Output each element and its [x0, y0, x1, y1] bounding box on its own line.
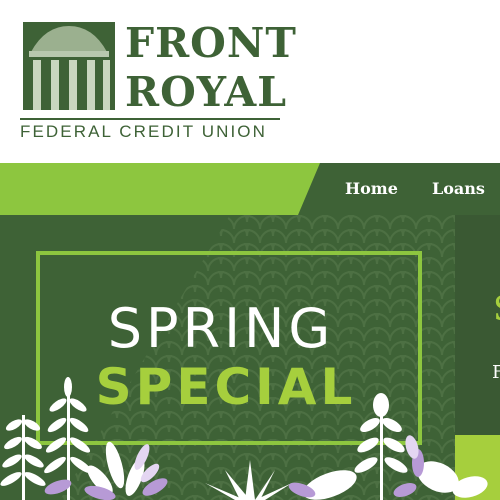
- site-header: FRONT ROYAL FEDERAL CREDIT UNION: [0, 0, 500, 163]
- nav-item-home[interactable]: Home: [345, 179, 398, 198]
- decorative-plants-image: [0, 377, 488, 500]
- logo-divider: [20, 118, 280, 120]
- logo-link[interactable]: FRONT ROYAL FEDERAL CREDIT UNION: [0, 0, 296, 150]
- nav-item-loans[interactable]: Loans: [432, 179, 485, 198]
- hero-banner[interactable]: SPRING SPECIAL S F: [0, 215, 500, 500]
- main-nav: Home Loans: [0, 163, 500, 215]
- building-columns-icon: [23, 22, 115, 110]
- brand-name-line2: ROYAL: [125, 68, 288, 116]
- nav-dark-panel: [298, 163, 500, 215]
- brand-name-line1: FRONT: [125, 19, 297, 67]
- brand-tagline: FEDERAL CREDIT UNION: [20, 122, 267, 141]
